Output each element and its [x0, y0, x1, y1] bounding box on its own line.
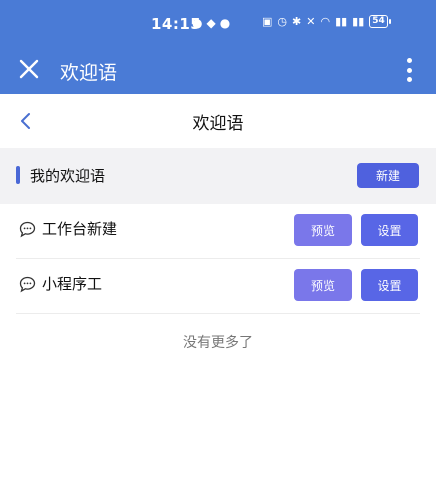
page-title: 欢迎语: [192, 114, 244, 134]
new-button[interactable]: 新建: [357, 163, 419, 188]
battery-icon: 54: [369, 15, 391, 28]
wechat-icon: ●: [192, 16, 203, 30]
status-indicators: ▣ ◷ ✱ ✕ ◠ ▮▮ ▮▮ 54: [262, 15, 391, 28]
signal-5g-icon: ▮▮: [352, 15, 365, 28]
page-header: 欢迎语: [0, 94, 436, 148]
item-label: 工作台新建: [42, 220, 118, 238]
wifi-icon: ◠: [320, 15, 331, 28]
mute-icon: ✕: [306, 15, 316, 28]
item-label: 小程序工: [42, 275, 103, 293]
close-icon[interactable]: [18, 58, 40, 80]
signal-icon: ▮▮: [335, 15, 348, 28]
alarm-icon: ◷: [277, 15, 288, 28]
status-bar: 14:15 ● ◆ ● ▣ ◷ ✱ ✕ ◠ ▮▮ ▮▮ 54: [0, 0, 436, 46]
chat-bubble-icon: [19, 221, 36, 238]
preview-button[interactable]: 预览: [294, 269, 352, 301]
section-title: 我的欢迎语: [30, 167, 106, 185]
more-menu-icon[interactable]: [402, 55, 416, 85]
nfc-icon: ▣: [262, 15, 273, 28]
bluetooth-app-icon: ◆: [206, 16, 216, 30]
window-title: 欢迎语: [60, 62, 118, 84]
bluetooth-icon: ✱: [292, 15, 302, 28]
status-app-icons: ● ◆ ●: [192, 16, 230, 30]
list-item: 工作台新建 预览 设置: [16, 204, 420, 258]
list-item: 小程序工 预览 设置: [16, 259, 420, 313]
divider: [16, 313, 420, 314]
settings-button[interactable]: 设置: [361, 214, 418, 246]
section-header: 我的欢迎语 新建: [0, 148, 436, 204]
chat-bubble-icon: [19, 276, 36, 293]
app-title-bar: 欢迎语: [0, 46, 436, 94]
settings-button[interactable]: 设置: [361, 269, 418, 301]
no-more-text: 没有更多了: [183, 335, 253, 351]
section-accent-bar: [16, 166, 20, 184]
message-icon: ●: [219, 16, 231, 30]
preview-button[interactable]: 预览: [294, 214, 352, 246]
